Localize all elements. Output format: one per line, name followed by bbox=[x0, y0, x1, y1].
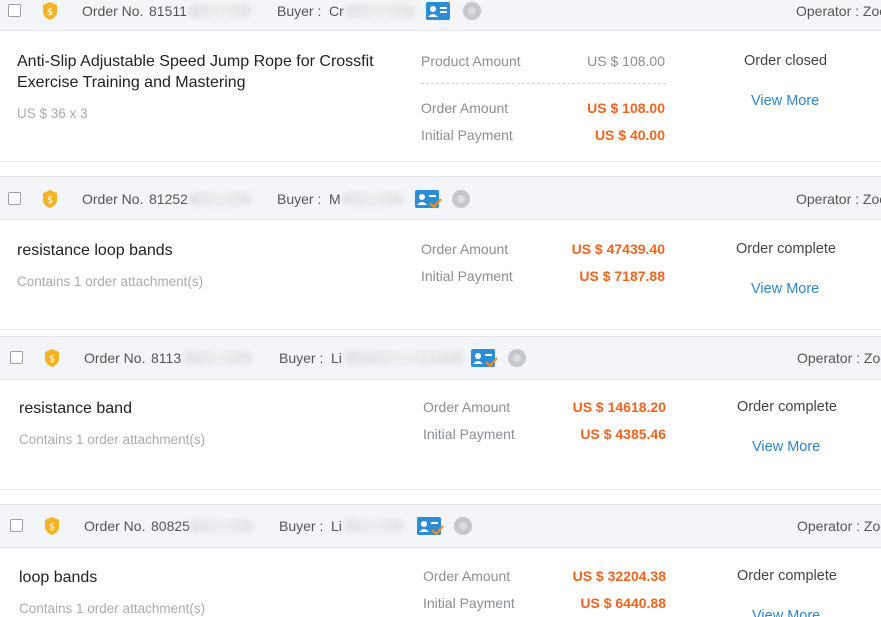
initial-payment-label: Initial Payment bbox=[423, 595, 515, 611]
order-status: Order complete bbox=[736, 241, 836, 257]
order-card: resistance band Contains 1 order attachm… bbox=[0, 380, 881, 490]
buyer-label: Buyer : bbox=[277, 3, 322, 19]
order-number[interactable]: 8113 bbox=[151, 350, 181, 366]
initial-payment-value: US $ 40.00 bbox=[594, 127, 665, 143]
initial-payment-label: Initial Payment bbox=[423, 426, 515, 442]
order-number-label: Order No. bbox=[82, 191, 144, 207]
view-more-link[interactable]: View More bbox=[751, 93, 819, 109]
contact-card-verified-icon[interactable] bbox=[414, 188, 442, 210]
supplier-badge-icon: $ bbox=[43, 2, 57, 20]
product-title[interactable]: resistance loop bands bbox=[17, 240, 397, 261]
buyer-name[interactable]: Li bbox=[331, 518, 342, 534]
order-header: $ Order No. 8113 Buyer : Li Operator : Z… bbox=[0, 336, 881, 380]
redacted-order-number bbox=[190, 519, 254, 533]
order-number-label: Order No. bbox=[82, 3, 144, 19]
chat-icon[interactable] bbox=[463, 2, 481, 20]
order-amount-value: US $ 32204.38 bbox=[572, 568, 666, 584]
redacted-buyer-name bbox=[345, 4, 415, 18]
order-checkbox[interactable] bbox=[8, 192, 21, 205]
product-title[interactable]: Anti-Slip Adjustable Speed Jump Rope for… bbox=[17, 51, 397, 93]
order-amount-value: US $ 14618.20 bbox=[572, 399, 666, 415]
order-amount-label: Order Amount bbox=[421, 241, 509, 257]
order-card: resistance loop bands Contains 1 order a… bbox=[0, 220, 881, 330]
buyer-name[interactable]: M bbox=[329, 191, 341, 207]
initial-payment-value: US $ 6440.88 bbox=[580, 595, 666, 611]
order-number[interactable]: 80825 bbox=[151, 518, 190, 534]
redacted-buyer-name bbox=[344, 519, 404, 533]
initial-payment-value: US $ 7187.88 bbox=[579, 268, 665, 284]
product-title[interactable]: loop bands bbox=[19, 567, 399, 588]
order-card: Anti-Slip Adjustable Speed Jump Rope for… bbox=[0, 32, 881, 162]
buyer-name[interactable]: Cr bbox=[329, 3, 344, 19]
unit-price: US $ 36 x 3 bbox=[17, 106, 88, 121]
order-status: Order complete bbox=[737, 399, 837, 415]
buyer-label: Buyer : bbox=[277, 191, 322, 207]
order-number[interactable]: 81252 bbox=[149, 191, 188, 207]
order-checkbox[interactable] bbox=[8, 4, 21, 17]
view-more-link[interactable]: View More bbox=[752, 608, 820, 617]
initial-payment-label: Initial Payment bbox=[421, 268, 513, 284]
order-status: Order complete bbox=[737, 568, 837, 584]
product-amount-value: US $ 108.00 bbox=[587, 53, 665, 69]
svg-text:$: $ bbox=[47, 195, 53, 206]
chat-icon[interactable] bbox=[452, 190, 470, 208]
order-number-label: Order No. bbox=[84, 350, 146, 366]
product-amount-label: Product Amount bbox=[421, 53, 521, 69]
product-title[interactable]: resistance band bbox=[19, 398, 399, 419]
attachment-note: Contains 1 order attachment(s) bbox=[19, 601, 206, 616]
order-amount-label: Order Amount bbox=[421, 100, 509, 116]
operator-label: Operator : Zoe bbox=[797, 350, 881, 366]
order-number-label: Order No. bbox=[84, 518, 146, 534]
contact-card-verified-icon[interactable] bbox=[470, 347, 498, 369]
svg-text:$: $ bbox=[49, 354, 55, 365]
redacted-order-number bbox=[184, 351, 252, 365]
order-checkbox[interactable] bbox=[10, 519, 23, 532]
attachment-note: Contains 1 order attachment(s) bbox=[17, 274, 204, 289]
contact-card-verified-icon[interactable] bbox=[416, 515, 444, 537]
operator-label: Operator : Zoe bbox=[797, 518, 881, 534]
buyer-label: Buyer : bbox=[279, 518, 324, 534]
svg-text:$: $ bbox=[47, 7, 53, 18]
supplier-badge-icon: $ bbox=[43, 190, 57, 208]
order-card: loop bands Contains 1 order attachment(s… bbox=[0, 548, 881, 617]
order-header: $ Order No. 81511 Buyer : Cr Operator : … bbox=[0, 0, 881, 31]
order-header: $ Order No. 81252 Buyer : M Operator : Z… bbox=[0, 176, 881, 220]
supplier-badge-icon: $ bbox=[45, 349, 59, 367]
contact-card-icon[interactable] bbox=[425, 0, 453, 22]
initial-payment-value: US $ 4385.46 bbox=[580, 426, 666, 442]
supplier-badge-icon: $ bbox=[45, 517, 59, 535]
order-checkbox[interactable] bbox=[10, 351, 23, 364]
operator-label: Operator : Zoe bbox=[796, 191, 881, 207]
order-amount-value: US $ 108.00 bbox=[587, 100, 665, 116]
order-status: Order closed bbox=[744, 53, 828, 69]
view-more-link[interactable]: View More bbox=[752, 439, 820, 455]
initial-payment-label: Initial Payment bbox=[421, 127, 513, 143]
chat-icon[interactable] bbox=[454, 517, 472, 535]
order-number[interactable]: 81511 bbox=[149, 3, 187, 19]
operator-label: Operator : Zoe bbox=[796, 3, 881, 19]
svg-text:$: $ bbox=[49, 522, 55, 533]
order-amount-label: Order Amount bbox=[423, 399, 511, 415]
redacted-buyer-name bbox=[342, 192, 404, 206]
view-more-link[interactable]: View More bbox=[751, 281, 819, 297]
buyer-label: Buyer : bbox=[279, 350, 324, 366]
order-header: $ Order No. 80825 Buyer : Li Operator : … bbox=[0, 504, 881, 548]
order-amount-value: US $ 47439.40 bbox=[571, 241, 665, 257]
divider bbox=[421, 83, 666, 84]
redacted-order-number bbox=[188, 192, 252, 206]
buyer-name[interactable]: Li bbox=[331, 350, 342, 366]
redacted-buyer-name bbox=[344, 351, 464, 365]
chat-icon[interactable] bbox=[508, 349, 526, 367]
attachment-note: Contains 1 order attachment(s) bbox=[19, 432, 206, 447]
order-amount-label: Order Amount bbox=[423, 568, 511, 584]
redacted-order-number bbox=[188, 4, 252, 18]
